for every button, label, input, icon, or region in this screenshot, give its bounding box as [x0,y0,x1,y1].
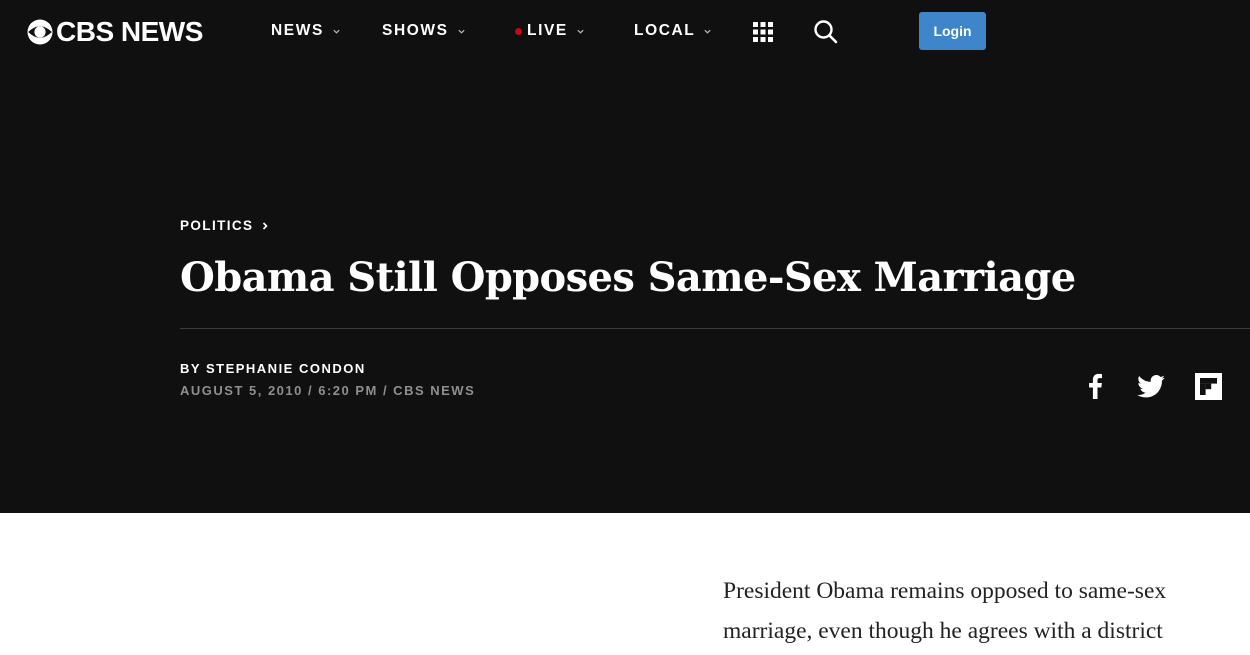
nav-live-label: LIVE [527,22,568,39]
nav-shows[interactable]: SHOWS [382,21,466,41]
cbs-eye-icon [27,19,53,45]
cbs-news-logo[interactable]: CBS NEWS [27,18,203,46]
section-label: POLITICS [180,218,254,233]
byline: BY STEPHANIE CONDON [180,361,366,376]
chevron-down-icon [704,29,712,34]
article-body: President Obama remains opposed to same-… [723,571,1243,651]
share-twitter-button[interactable] [1137,375,1165,398]
share-facebook-button[interactable] [1086,373,1104,399]
top-navigation-bar: CBS NEWS NEWS SHOWS LIVE LOCAL Login [0,0,1250,62]
nav-news[interactable]: NEWS [271,21,341,41]
nav-local[interactable]: LOCAL [634,21,712,41]
nav-news-label: NEWS [271,22,324,39]
nav-local-label: LOCAL [634,22,696,39]
nav-live[interactable]: LIVE [515,21,585,41]
share-flipboard-button[interactable] [1195,373,1222,400]
chevron-down-icon [577,29,584,34]
nav-shows-label: SHOWS [382,22,449,39]
chevron-down-icon [333,29,340,34]
byline-prefix: BY [180,361,201,376]
dateline: AUGUST 5, 2010 / 6:20 PM / CBS NEWS [180,383,476,398]
apps-grid-icon[interactable] [752,21,774,43]
twitter-icon [1137,375,1165,398]
chevron-down-icon [457,29,465,34]
logo-wordmark: CBS NEWS [56,16,203,47]
chevron-right-icon [263,221,269,230]
author-link[interactable]: STEPHANIE CONDON [206,361,366,376]
facebook-icon [1089,373,1102,399]
body-line: marriage, even though he agrees with a d… [723,618,1163,644]
live-indicator-dot [515,27,522,35]
body-line: President Obama remains opposed to same-… [723,578,1167,604]
article-headline: Obama Still Opposes Same-Sex Marriage [180,254,1076,301]
login-button[interactable]: Login [919,12,986,50]
section-breadcrumb[interactable]: POLITICS [180,218,269,233]
article-hero: POLITICS Obama Still Opposes Same-Sex Ma… [0,62,1250,513]
search-icon[interactable] [813,19,838,44]
headline-divider [180,328,1250,329]
flipboard-icon [1195,373,1222,400]
